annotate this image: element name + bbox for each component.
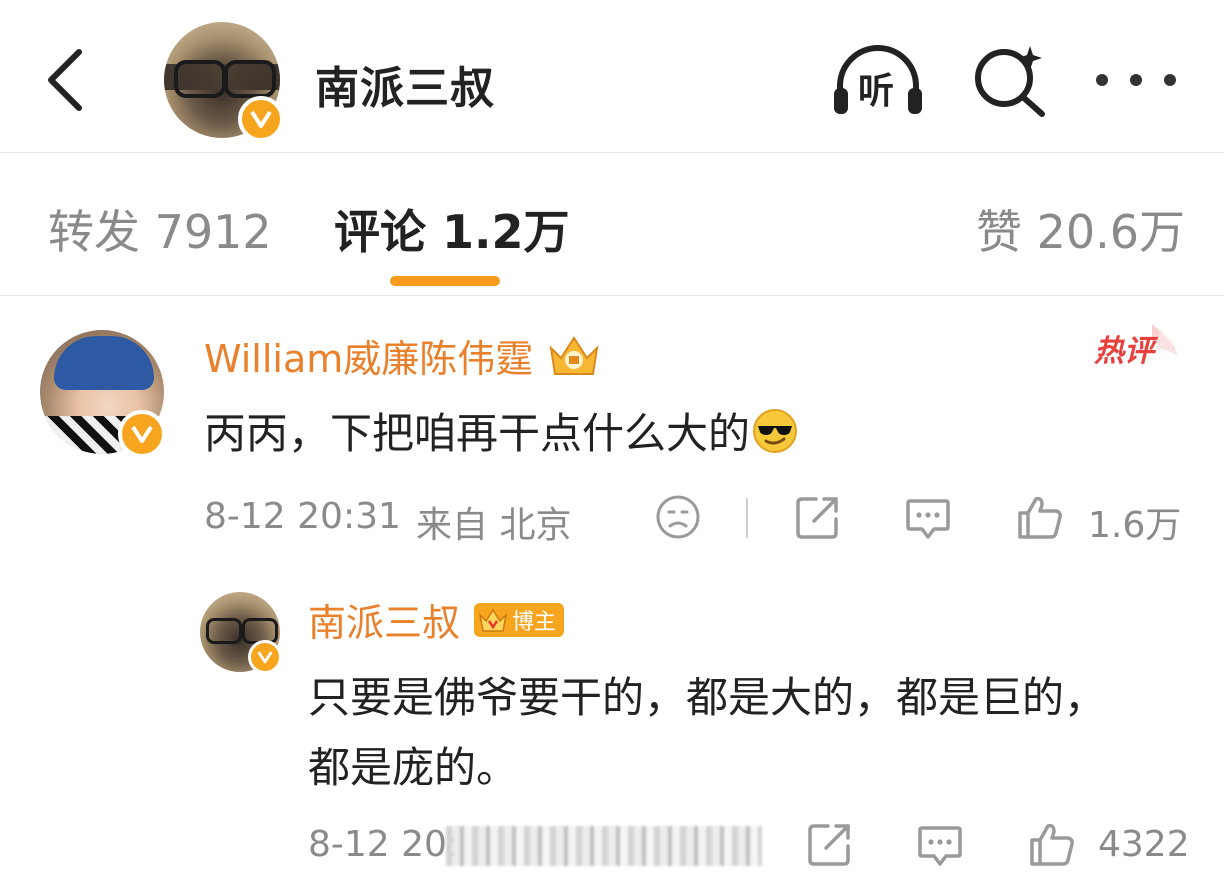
search-sparkle-icon	[975, 46, 1045, 117]
comment-location: 来自 北京	[416, 505, 572, 546]
blogger-badge: 博主	[474, 602, 565, 637]
sunglasses-emoji-icon	[753, 408, 798, 453]
blogger-badge-label: 博主	[512, 609, 557, 635]
more-dot	[1096, 74, 1108, 86]
reply-username[interactable]: 南派三叔	[308, 592, 460, 647]
hot-tag-label: 热评	[1094, 334, 1154, 369]
tab-comments[interactable]: 评论 1.2万	[334, 196, 570, 262]
more-button[interactable]	[1096, 56, 1176, 104]
reply-comment-icon[interactable]	[916, 820, 964, 868]
crown-icon	[478, 608, 508, 632]
listen-button[interactable]: 听	[832, 42, 924, 118]
share-icon[interactable]	[806, 820, 854, 868]
reply-author-row: 南派三叔 博主	[308, 592, 565, 647]
reply-like-count: 4322	[1098, 824, 1190, 865]
comment-text: 丙丙，下把咱再干点什么大的	[204, 409, 751, 458]
tabs-divider	[0, 295, 1224, 296]
commenter-row: William威廉陈伟霆	[204, 328, 603, 383]
search-button[interactable]	[972, 42, 1048, 118]
commenter-username[interactable]: William威廉陈伟霆	[204, 328, 533, 383]
dislike-face-icon[interactable]	[654, 493, 702, 541]
author-name[interactable]: 南派三叔	[315, 52, 495, 116]
action-separator	[746, 498, 748, 538]
hot-comment-tag: 热评	[1094, 320, 1180, 372]
like-count: 1.6万	[1088, 505, 1182, 546]
reply-text-line2: 都是庞的。	[308, 743, 519, 792]
reply-text-line1: 只要是佛爷要干的，都是大的，都是巨的，	[308, 673, 1107, 722]
crown-fan-badge-icon	[549, 335, 599, 375]
share-icon[interactable]	[794, 493, 842, 541]
like-thumb-icon[interactable]	[1028, 820, 1076, 868]
comment-body: 丙丙，下把咱再干点什么大的	[204, 400, 798, 461]
verified-badge-icon	[248, 640, 282, 674]
like-thumb-icon[interactable]	[1016, 493, 1064, 541]
verified-badge-icon	[118, 410, 166, 458]
header-divider	[0, 152, 1224, 153]
verified-badge-icon	[238, 96, 284, 142]
tab-repost[interactable]: 转发 7912	[48, 196, 272, 262]
more-dot	[1130, 74, 1142, 86]
blurred-region	[446, 826, 762, 866]
comment-time: 8-12 20:31	[204, 496, 401, 537]
reply-time: 8-12 20:	[308, 824, 460, 865]
more-dot	[1164, 74, 1176, 86]
back-button[interactable]	[30, 40, 100, 120]
active-tab-indicator	[390, 276, 500, 286]
reply-comment-icon[interactable]	[904, 493, 952, 541]
listen-label: 听	[858, 71, 895, 112]
tab-likes[interactable]: 赞 20.6万	[976, 196, 1185, 262]
chevron-left-icon	[48, 49, 82, 111]
